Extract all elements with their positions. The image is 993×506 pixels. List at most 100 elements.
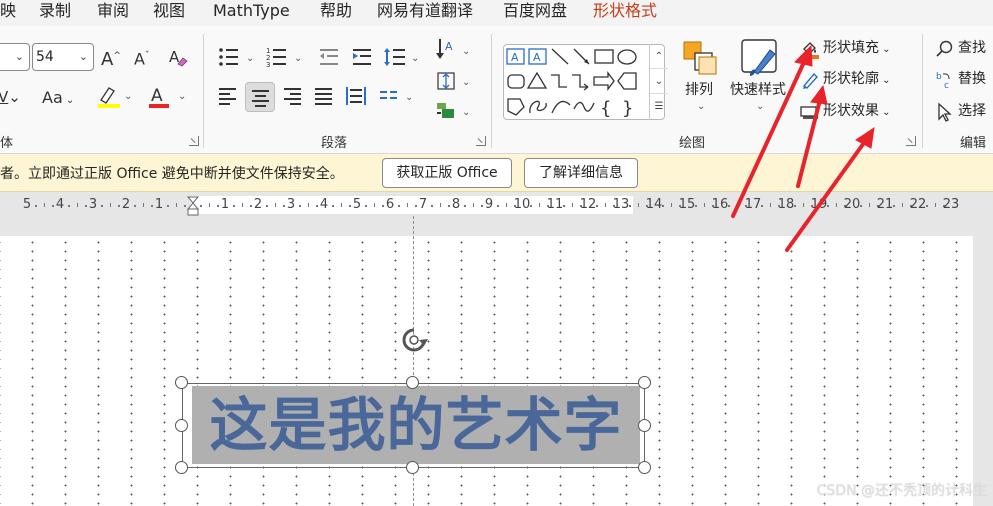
shape-outline-button[interactable]: 形状轮廓 ⌄ xyxy=(800,68,891,90)
gallery-up-icon[interactable]: ⌃ xyxy=(650,44,668,69)
tab-shape-format[interactable]: 形状格式 xyxy=(593,1,657,21)
text-direction-button[interactable]: A ⌄ xyxy=(436,38,472,67)
ruler-tick xyxy=(241,203,243,207)
ruler-dot xyxy=(431,205,434,207)
chevron-down-icon: ⌄ xyxy=(14,50,24,63)
tab-youdao-translate[interactable]: 网易有道翻译 xyxy=(377,1,473,21)
shape-effects-icon xyxy=(800,102,820,120)
ruler-tick xyxy=(538,203,540,207)
align-center-button[interactable] xyxy=(245,82,275,112)
align-text-button[interactable]: ⌄ xyxy=(436,70,472,97)
resize-handle-top-right[interactable] xyxy=(638,376,651,389)
ruler-number: 22 xyxy=(909,197,927,212)
arrange-label[interactable]: 排列 xyxy=(685,79,713,99)
resize-handle-top-left[interactable] xyxy=(175,376,188,389)
change-case-button[interactable]: Aa ⌄ xyxy=(42,88,74,111)
ruler-tick xyxy=(769,203,771,207)
gallery-down-icon[interactable]: ⌄ xyxy=(650,69,668,94)
ruler-dot xyxy=(563,205,566,207)
ruler-dot xyxy=(167,205,170,207)
tab-baidu-netdisk[interactable]: 百度网盘 xyxy=(503,1,567,21)
align-left-button[interactable] xyxy=(218,86,238,111)
shapes-gallery[interactable]: A A { } xyxy=(503,44,665,120)
shape-rounded-rect-icon xyxy=(507,74,525,89)
ruler-number: 16 xyxy=(711,197,729,212)
quick-styles-icon[interactable] xyxy=(740,38,780,83)
paragraph-dialog-launcher[interactable] xyxy=(476,136,486,146)
grow-font-button[interactable]: A^ xyxy=(101,46,121,70)
learn-more-button[interactable]: 了解详细信息 xyxy=(524,158,638,188)
ruler-tick xyxy=(340,203,342,207)
shrink-font-button[interactable]: Aˇ xyxy=(134,46,149,69)
tab-help[interactable]: 帮助 xyxy=(320,1,352,21)
svg-text:⌄: ⌄ xyxy=(124,91,132,102)
numbering-button[interactable]: 1 2 3 ⌄ xyxy=(266,46,304,73)
tab-slideshow[interactable]: 映 xyxy=(0,1,16,21)
line-spacing-button[interactable]: ⌄ xyxy=(383,46,421,73)
font-name-combo[interactable]: ⌄ xyxy=(0,43,30,71)
ruler-tick xyxy=(736,203,738,207)
shape-vertical-textbox-icon[interactable]: A xyxy=(528,48,547,65)
drawing-dialog-launcher[interactable] xyxy=(906,136,916,146)
ruler-number: 10 xyxy=(513,197,531,212)
ruler-number: 4 xyxy=(55,197,65,212)
shape-textbox-icon[interactable]: A xyxy=(506,48,525,65)
ruler-dot xyxy=(150,205,153,207)
svg-text:A: A xyxy=(511,51,519,64)
clear-formatting-icon[interactable]: A xyxy=(167,46,189,73)
shapes-gallery-scroll[interactable]: ⌃ ⌄ ☰ xyxy=(649,44,668,120)
get-genuine-office-button[interactable]: 获取正版 Office xyxy=(382,158,512,188)
quick-styles-label[interactable]: 快速样式 xyxy=(730,79,786,99)
chevron-down-icon: ⌄ xyxy=(756,101,765,112)
ruler-tick xyxy=(76,203,78,207)
tab-mathtype[interactable]: MathType xyxy=(213,1,290,21)
resize-handle-bottom-left[interactable] xyxy=(175,461,188,474)
ruler-dot xyxy=(761,205,764,207)
highlight-color-button[interactable]: ⌄ xyxy=(96,84,132,115)
ruler-dot xyxy=(299,205,302,207)
increase-indent-button[interactable] xyxy=(351,46,373,73)
decrease-indent-button[interactable] xyxy=(318,46,340,73)
ruler-dot xyxy=(101,205,104,207)
ruler-number: 23 xyxy=(942,197,960,212)
resize-handle-bottom-right[interactable] xyxy=(638,461,651,474)
ruler-dot xyxy=(497,205,500,207)
distributed-button[interactable] xyxy=(345,86,367,111)
tab-record[interactable]: 录制 xyxy=(39,1,71,21)
tab-view[interactable]: 视图 xyxy=(153,1,185,21)
select-button[interactable]: 选择 xyxy=(935,100,986,122)
wordart-textbox[interactable] xyxy=(182,383,645,468)
font-size-combo[interactable]: 54 ⌄ xyxy=(32,43,94,71)
find-button[interactable]: 查找 xyxy=(935,37,986,59)
ruler-number: 14 xyxy=(645,197,663,212)
gallery-more-icon[interactable]: ☰ xyxy=(650,94,668,119)
convert-smartart-button[interactable]: ⌄ xyxy=(436,100,472,127)
svg-text:⌄: ⌄ xyxy=(405,92,413,103)
rotate-handle-icon[interactable] xyxy=(399,325,429,355)
shape-effects-button[interactable]: 形状效果 ⌄ xyxy=(800,100,891,122)
columns-button[interactable]: ⌄ xyxy=(379,88,417,111)
csdn-watermark: CSDN @还不秃顶的计科生 xyxy=(816,483,987,499)
char-spacing-button[interactable]: V⌄ xyxy=(0,87,21,107)
shape-arc-icon xyxy=(551,100,571,114)
shape-elbow-connector-icon xyxy=(551,74,567,88)
horizontal-ruler[interactable]: 5 4 3 2 1 1 2 3 4 5 6 7 8 9 10 11 12 13 14 15 16 17 18 19 20 21 22… xyxy=(0,196,993,216)
resize-handle-left[interactable] xyxy=(175,419,188,432)
justify-button[interactable] xyxy=(314,86,334,111)
ruler-dot xyxy=(827,205,830,207)
replace-button[interactable]: b c 替换 xyxy=(935,68,986,91)
bullets-button[interactable]: ⌄ xyxy=(218,46,256,73)
paragraph-group-label: 段落 xyxy=(321,136,348,151)
arrange-icon[interactable] xyxy=(682,40,718,81)
resize-handle-top[interactable] xyxy=(406,376,419,389)
ruler-dot xyxy=(794,205,797,207)
font-color-button[interactable]: A ⌄ xyxy=(148,84,188,115)
shape-fill-button[interactable]: 形状填充 ⌄ xyxy=(800,37,891,59)
resize-handle-right[interactable] xyxy=(638,419,651,432)
tab-review[interactable]: 审阅 xyxy=(97,1,129,21)
pen-icon xyxy=(800,70,820,89)
resize-handle-bottom[interactable] xyxy=(406,461,419,474)
font-dialog-launcher[interactable] xyxy=(189,136,199,146)
align-right-button[interactable] xyxy=(283,86,303,111)
indent-marker-icon[interactable] xyxy=(186,196,200,216)
